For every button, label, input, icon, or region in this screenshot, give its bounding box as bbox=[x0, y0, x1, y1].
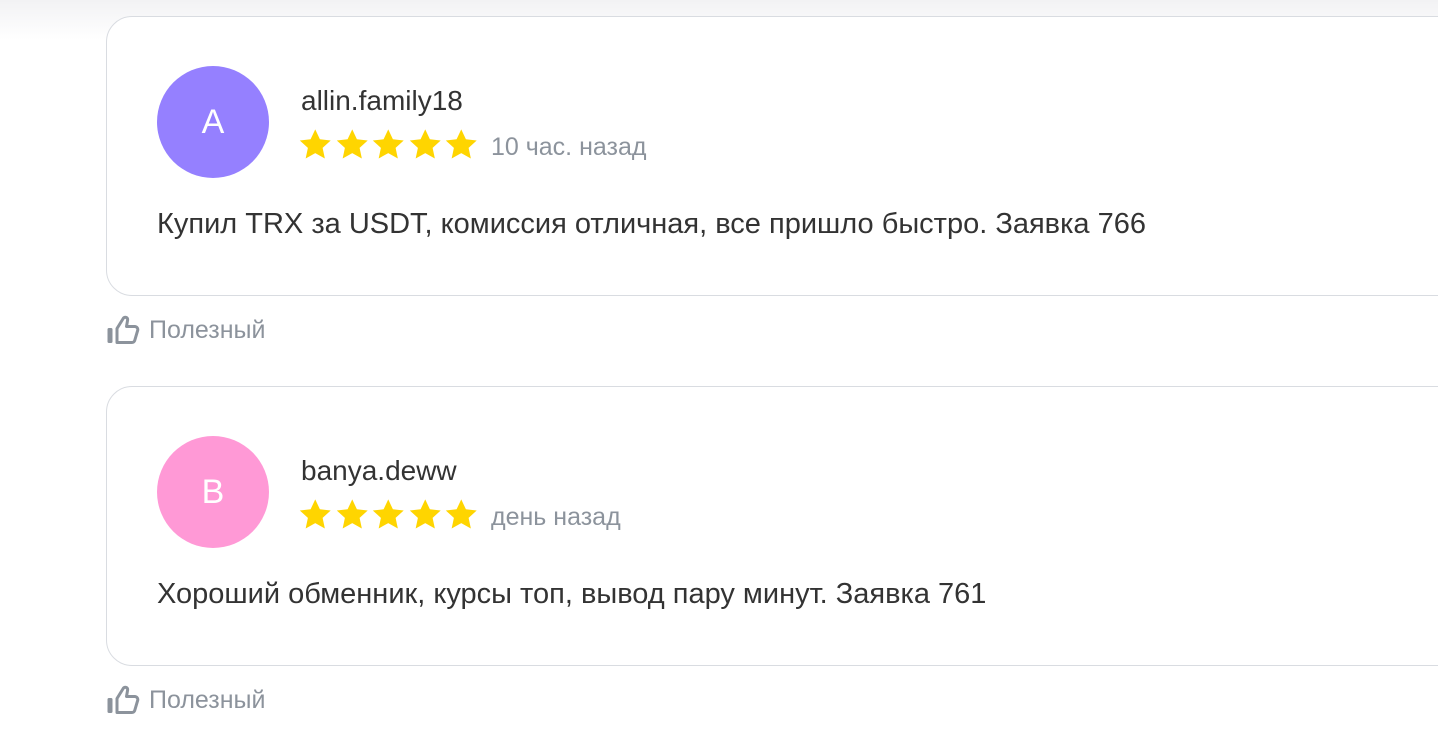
review-card: A allin.family18 10 час. назад Купил TRX… bbox=[106, 16, 1438, 296]
helpful-label: Полезный bbox=[149, 315, 266, 344]
thumbs-up-icon bbox=[107, 315, 140, 344]
thumbs-up-icon bbox=[107, 685, 140, 714]
star-icon bbox=[372, 129, 404, 159]
star-icon bbox=[299, 499, 331, 529]
review-text: Хороший обменник, курсы топ, вывод пару … bbox=[157, 578, 987, 610]
review-author: allin.family18 bbox=[301, 85, 463, 116]
star-icon bbox=[372, 499, 404, 529]
star-icon bbox=[336, 129, 368, 159]
avatar-initial: B bbox=[201, 472, 225, 511]
helpful-button[interactable]: Полезный bbox=[106, 313, 265, 347]
rating-stars bbox=[297, 127, 480, 163]
star-icon bbox=[299, 129, 331, 159]
star-icon bbox=[445, 129, 477, 159]
review-text: Купил TRX за USDT, комиссия отличная, вс… bbox=[157, 208, 1146, 240]
review-card: B banya.deww день назад Хороший обменник… bbox=[106, 386, 1438, 666]
star-icon bbox=[409, 129, 441, 159]
star-icon bbox=[409, 499, 441, 529]
helpful-button[interactable]: Полезный bbox=[106, 683, 265, 717]
avatar-initial: A bbox=[201, 102, 225, 141]
helpful-label: Полезный bbox=[149, 685, 266, 714]
avatar: A bbox=[157, 66, 269, 178]
star-icon bbox=[445, 499, 477, 529]
review-date: 10 час. назад bbox=[491, 133, 647, 161]
rating-stars bbox=[297, 497, 480, 533]
avatar: B bbox=[157, 436, 269, 548]
star-icon bbox=[336, 499, 368, 529]
review-date: день назад bbox=[491, 503, 621, 531]
review-author: banya.deww bbox=[301, 455, 457, 486]
